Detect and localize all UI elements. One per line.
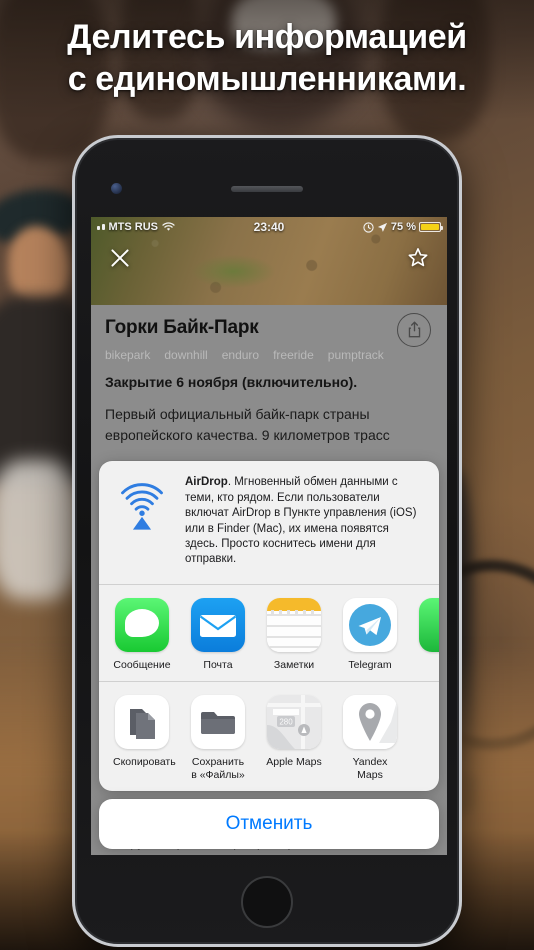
tag-item[interactable]: freeride: [273, 348, 314, 362]
status-bar: MTS RUS 23:40 75 %: [91, 217, 447, 237]
airdrop-body: . Мгновенный обмен данными с теми, кто р…: [185, 476, 417, 566]
airdrop-description: AirDrop. Мгновенный обмен данными с теми…: [185, 475, 425, 567]
share-action-label: Скопировать: [113, 756, 176, 769]
screenshot-root: Делитесь информацией с единомышленниками…: [0, 0, 534, 950]
share-action-label: Сохранить в «Файлы»: [191, 756, 245, 781]
tag-item[interactable]: bikepark: [105, 348, 150, 362]
share-app-messages[interactable]: Сообщение: [113, 597, 171, 671]
battery-percent-label: 75 %: [390, 221, 416, 233]
share-action-yandex-maps[interactable]: Yandex Maps: [341, 695, 399, 781]
share-action-label: Apple Maps: [266, 756, 322, 769]
share-action-apple-maps[interactable]: 280 Apple Maps: [265, 695, 323, 781]
share-action-label: Yandex Maps: [352, 756, 388, 781]
share-app-label: Telegram: [348, 658, 392, 671]
status-bar-right: 75 %: [363, 221, 443, 233]
home-button[interactable]: [241, 876, 293, 928]
phone-mockup: MTS RUS 23:40 75 % Горки Байк-Парк bikep…: [72, 135, 462, 947]
tag-list: bikepark downhill enduro freeride pumptr…: [105, 348, 433, 362]
battery-icon: [419, 222, 443, 232]
share-app-whatsapp[interactable]: W: [417, 597, 439, 671]
copy-icon: [115, 695, 169, 750]
phone-screen: MTS RUS 23:40 75 % Горки Байк-Парк bikep…: [91, 217, 447, 855]
mail-icon: [191, 597, 245, 652]
svg-text:280: 280: [279, 718, 293, 727]
page-title: Горки Байк-Парк: [105, 317, 259, 338]
share-app-label: Сообщение: [113, 658, 171, 671]
folder-icon: [191, 695, 245, 750]
location-arrow-icon: [377, 222, 388, 232]
star-icon[interactable]: [405, 245, 431, 271]
alarm-icon: [363, 221, 374, 233]
headline-line-1: Делитесь информацией: [67, 18, 467, 56]
airdrop-section[interactable]: AirDrop. Мгновенный обмен данными с теми…: [99, 461, 439, 585]
notes-icon: [267, 597, 321, 652]
whatsapp-icon: [419, 597, 439, 652]
cancel-button[interactable]: Отменить: [99, 799, 439, 849]
share-actions-row: Скопировать Сохранить в «Файлы» 280 Appl…: [99, 682, 439, 791]
closure-notice: Закрытие 6 ноября (включительно).: [105, 374, 358, 390]
front-camera-icon: [111, 183, 122, 194]
close-icon[interactable]: [107, 245, 133, 271]
share-app-label: Почта: [203, 658, 233, 671]
share-app-label: Заметки: [273, 658, 315, 671]
share-sheet-panel: AirDrop. Мгновенный обмен данными с теми…: [99, 461, 439, 791]
messages-icon: [115, 597, 169, 652]
share-sheet: AirDrop. Мгновенный обмен данными с теми…: [99, 461, 439, 849]
airdrop-title: AirDrop: [185, 476, 228, 489]
headline-line-2: с единомышленниками.: [67, 60, 467, 99]
share-apps-row: Сообщение Почта Заметки Telegram: [99, 585, 439, 683]
yandex-maps-icon: [343, 695, 397, 750]
telegram-icon: [343, 597, 397, 652]
share-icon: [408, 321, 420, 338]
tag-item[interactable]: downhill: [164, 348, 207, 362]
background-rider-arm: [0, 460, 80, 600]
share-app-mail[interactable]: Почта: [189, 597, 247, 671]
headline: Делитесь информацией с единомышленниками…: [0, 16, 534, 100]
tag-item[interactable]: enduro: [222, 348, 259, 362]
share-action-save-to-files[interactable]: Сохранить в «Файлы»: [189, 695, 247, 781]
share-app-telegram[interactable]: Telegram: [341, 597, 399, 671]
share-action-copy[interactable]: Скопировать: [113, 695, 176, 781]
tag-item[interactable]: pumptrack: [328, 348, 384, 362]
apple-maps-icon: 280: [267, 695, 321, 750]
share-button[interactable]: [397, 313, 431, 347]
share-app-label: W: [417, 659, 439, 671]
article-paragraph: Первый официальный байк-парк страны евро…: [105, 406, 390, 443]
share-app-notes[interactable]: Заметки: [265, 597, 323, 671]
earpiece-speaker: [231, 186, 303, 192]
airdrop-icon: [121, 483, 163, 530]
